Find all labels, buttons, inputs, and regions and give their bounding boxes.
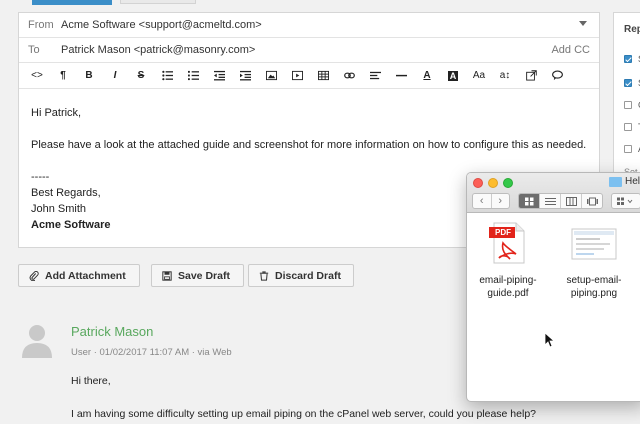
reply-meta: User · 01/02/2017 11:07 AM · via Web xyxy=(71,347,232,358)
paragraph-button[interactable]: ¶ xyxy=(50,67,76,85)
top-tab-bar xyxy=(0,0,640,12)
file-name-pdf-line1: email-piping- xyxy=(479,275,537,286)
to-label: To xyxy=(28,44,40,56)
reply-options-title: Rep xyxy=(624,24,640,35)
file-name-png-line1: setup-email- xyxy=(566,275,622,286)
icon-view-icon[interactable] xyxy=(519,194,540,208)
reply-author-name[interactable]: Patrick Mason xyxy=(71,324,153,339)
bold-button[interactable]: B xyxy=(76,67,102,85)
file-name-pdf-line2: guide.pdf xyxy=(487,288,529,299)
minimize-icon[interactable] xyxy=(488,178,498,188)
reply-text: I am having some difficulty setting up e… xyxy=(71,408,536,420)
arrange-button[interactable] xyxy=(611,193,640,209)
save-icon xyxy=(162,270,172,281)
add-cc-link[interactable]: Add CC xyxy=(551,44,590,56)
numbered-list-icon[interactable] xyxy=(180,67,206,85)
strikethrough-button[interactable]: S xyxy=(128,67,154,85)
align-left-icon[interactable] xyxy=(362,67,388,85)
finder-titlebar[interactable]: Hel ‹ › xyxy=(467,173,640,213)
option-checkbox-5[interactable] xyxy=(624,145,632,153)
popout-icon[interactable] xyxy=(518,67,544,85)
italic-button[interactable]: I xyxy=(102,67,128,85)
finder-view-switcher xyxy=(518,193,603,209)
option-checkbox-2[interactable] xyxy=(624,79,632,87)
list-view-icon[interactable] xyxy=(540,194,561,208)
close-icon[interactable] xyxy=(473,178,483,188)
option-checkbox-4[interactable] xyxy=(624,123,632,131)
editor-toolbar: <> ¶ B I S A A Aa a↕ xyxy=(19,63,599,89)
add-attachment-button[interactable]: Add Attachment xyxy=(18,264,140,287)
font-size-icon[interactable]: Aa xyxy=(466,67,492,85)
chevron-down-icon[interactable] xyxy=(579,21,587,26)
add-attachment-label: Add Attachment xyxy=(45,269,126,282)
avatar-icon xyxy=(22,325,52,358)
trash-icon xyxy=(259,270,269,281)
to-field[interactable]: Patrick Mason <patrick@masonry.com> xyxy=(61,44,255,56)
text-color-icon[interactable]: A xyxy=(414,67,440,85)
file-item-png[interactable]: setup-email- piping.png xyxy=(563,221,625,300)
body-greeting: Hi Patrick, xyxy=(31,107,82,119)
reply-greeting: Hi there, xyxy=(71,375,111,387)
body-message: Please have a look at the attached guide… xyxy=(31,139,587,151)
highlight-color-icon[interactable]: A xyxy=(440,67,466,85)
indent-icon[interactable] xyxy=(232,67,258,85)
from-label: From xyxy=(28,19,54,31)
mouse-cursor-icon xyxy=(545,333,555,348)
tab-inactive[interactable] xyxy=(120,0,196,4)
bullet-list-icon[interactable] xyxy=(154,67,180,85)
pdf-badge: PDF xyxy=(495,228,511,237)
finder-folder-name: Hel xyxy=(625,176,640,187)
paperclip-icon xyxy=(29,270,39,281)
code-view-button[interactable]: <> xyxy=(24,67,50,85)
save-draft-button[interactable]: Save Draft xyxy=(151,264,244,287)
gallery-view-icon[interactable] xyxy=(582,194,602,208)
option-checkbox-1[interactable] xyxy=(624,55,632,63)
discard-draft-label: Discard Draft xyxy=(275,269,341,282)
file-name-png-line2: piping.png xyxy=(570,288,618,299)
link-icon[interactable] xyxy=(336,67,362,85)
video-icon[interactable] xyxy=(284,67,310,85)
discard-draft-button[interactable]: Discard Draft xyxy=(248,264,354,287)
column-view-icon[interactable] xyxy=(561,194,582,208)
save-draft-label: Save Draft xyxy=(178,269,230,282)
horizontal-rule-icon[interactable] xyxy=(388,67,414,85)
zoom-icon[interactable] xyxy=(503,178,513,188)
option-checkbox-3[interactable] xyxy=(624,101,632,109)
forward-arrow-icon[interactable]: › xyxy=(492,194,510,208)
folder-icon xyxy=(609,177,622,187)
outdent-icon[interactable] xyxy=(206,67,232,85)
finder-nav: ‹ › xyxy=(472,193,510,209)
from-row: From Acme Software <support@acmeltd.com> xyxy=(19,13,599,38)
line-height-icon[interactable]: a↕ xyxy=(492,67,518,85)
comment-icon[interactable] xyxy=(544,67,570,85)
file-item-pdf[interactable]: PDF email-piping- guide.pdf xyxy=(477,221,539,300)
image-file-icon xyxy=(571,228,617,260)
finder-window: Hel ‹ › PDF email-piping- guide.pdf setu… xyxy=(466,172,640,402)
arrange-icon xyxy=(617,197,633,205)
image-icon[interactable] xyxy=(258,67,284,85)
tab-active[interactable] xyxy=(32,0,112,5)
back-arrow-icon[interactable]: ‹ xyxy=(473,194,492,208)
table-icon[interactable] xyxy=(310,67,336,85)
from-select[interactable]: Acme Software <support@acmeltd.com> xyxy=(61,19,262,31)
to-row: To Patrick Mason <patrick@masonry.com> A… xyxy=(19,38,599,63)
